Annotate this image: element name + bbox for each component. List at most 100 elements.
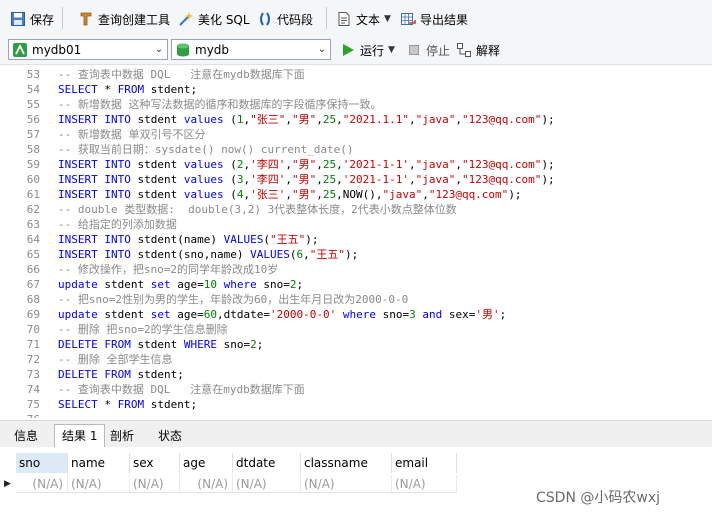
chevron-down-icon[interactable]: ▼ <box>384 14 391 24</box>
code-snippet-icon <box>257 11 273 27</box>
code-line[interactable]: 67 update stdent set age=10 where sno=2; <box>0 277 712 292</box>
save-icon <box>10 11 26 27</box>
chevron-down-icon[interactable]: ⌄ <box>151 44 167 55</box>
code-line[interactable]: 58 -- 获取当前日期：sysdate() now() current_date… <box>0 142 712 157</box>
sql-editor[interactable]: 53 -- 查询表中数据 DQL 注意在mydb数据库下面 54 SELECT * F… <box>0 65 712 418</box>
code-line[interactable]: 72 -- 删除 全部学生信息 <box>0 352 712 367</box>
code-text: update stdent set age=10 where sno=2; <box>58 277 303 292</box>
column-header[interactable]: dtdate <box>233 453 301 473</box>
code-text: INSERT INTO stdent values (4,'张三',"男",25… <box>58 187 522 202</box>
run-button[interactable]: 运行 ▼ <box>340 40 395 60</box>
code-line[interactable]: 75 SELECT * FROM stdent; <box>0 397 712 412</box>
code-token: -- 新增数据 这种写法数据的循序和数据库的字段循序保持一致。 <box>58 98 382 111</box>
text-button[interactable]: 文本 ▼ <box>336 9 391 29</box>
code-token: SELECT <box>58 83 98 96</box>
code-line[interactable]: 71 DELETE FROM stdent WHERE sno=2; <box>0 337 712 352</box>
export-results-button[interactable]: 导出结果 <box>400 9 468 29</box>
code-token: 25 <box>322 113 337 126</box>
code-token: ( <box>223 173 237 186</box>
table-cell[interactable]: (N/A) <box>16 475 68 493</box>
code-token: ); <box>344 248 359 261</box>
line-number: 75 <box>26 398 40 411</box>
code-line[interactable]: 63 -- 给指定的列添加数据 <box>0 217 712 232</box>
code-token: WHERE <box>183 338 217 351</box>
code-line[interactable]: 60 INSERT INTO stdent values (3,'李四',"男",… <box>0 172 712 187</box>
code-token: '2000-0-0' <box>269 308 337 321</box>
code-token: sno= <box>375 308 410 321</box>
chevron-down-icon[interactable]: ⌄ <box>314 44 330 55</box>
code-token: , <box>336 173 343 186</box>
tab-info[interactable]: 信息 <box>6 424 46 446</box>
code-line[interactable]: 74 -- 查询表中数据 DQL 注意在mydb数据库下面 <box>0 382 712 397</box>
stop-button[interactable]: 停止 <box>406 40 450 60</box>
code-line[interactable]: 55 -- 新增数据 这种写法数据的循序和数据库的字段循序保持一致。 <box>0 97 712 112</box>
column-header[interactable]: sno <box>16 453 68 473</box>
code-snippet-button[interactable]: 代码段 <box>257 9 313 29</box>
code-token: -- double 类型数据: double(3,2) 3代表整体长度，2代表小… <box>58 203 457 216</box>
connection-select[interactable]: mydb01 ⌄ <box>8 39 168 60</box>
code-line[interactable]: 64 INSERT INTO stdent(name) VALUES("王五"); <box>0 232 712 247</box>
code-line[interactable]: 61 INSERT INTO stdent values (4,'张三',"男",… <box>0 187 712 202</box>
code-token: -- 获取当前日期：sysdate() now() current_date() <box>58 143 354 156</box>
code-token: ,NOW(), <box>336 188 383 201</box>
beautify-sql-label: 美化 SQL <box>198 12 250 27</box>
code-token: stdent(sno,name) <box>130 248 251 261</box>
row-marker: ▶ <box>4 479 11 489</box>
code-line[interactable]: 70 -- 删除 把sno=2的学生信息删除 <box>0 322 712 337</box>
text-icon <box>336 11 352 27</box>
code-line[interactable]: 59 INSERT INTO stdent values (2,'李四',"男",… <box>0 157 712 172</box>
code-token: stdent; <box>130 368 184 381</box>
connection-value: mydb01 <box>32 42 82 57</box>
save-button[interactable]: 保存 <box>10 9 54 29</box>
table-cell[interactable]: (N/A) <box>233 475 301 493</box>
table-cell[interactable]: (N/A) <box>180 475 233 493</box>
code-token: -- 把sno=2性别为男的学生，年龄改为60，出生年月日改为2000-0-0 <box>58 293 409 306</box>
stop-label: 停止 <box>426 43 451 58</box>
code-line[interactable]: 65 INSERT INTO stdent(sno,name) VALUES(6,… <box>0 247 712 262</box>
table-cell[interactable]: (N/A) <box>68 475 130 493</box>
tab-result-1[interactable]: 结果 1 <box>54 424 106 448</box>
tab-profile[interactable]: 剖析 <box>102 424 142 446</box>
code-token: where <box>342 308 376 321</box>
code-token: INSERT INTO <box>58 233 131 246</box>
code-line[interactable]: 76 <box>0 412 712 418</box>
table-cell[interactable]: (N/A) <box>130 475 180 493</box>
code-line[interactable]: 57 -- 新增数据 单双引号不区分 <box>0 127 712 142</box>
line-number: 64 <box>26 233 40 246</box>
table-cell[interactable]: (N/A) <box>392 475 457 493</box>
column-header[interactable]: email <box>392 453 457 473</box>
database-select[interactable]: mydb ⌄ <box>171 39 331 60</box>
code-token: "男" <box>291 173 317 186</box>
chevron-down-icon[interactable]: ▼ <box>388 45 395 55</box>
code-line[interactable]: 66 -- 修改操作，把sno=2的同学年龄改成10岁 <box>0 262 712 277</box>
query-builder-label: 查询创建工具 <box>98 12 171 27</box>
code-line[interactable]: 54 SELECT * FROM stdent; <box>0 82 712 97</box>
tab-status[interactable]: 状态 <box>150 424 190 446</box>
column-header[interactable]: name <box>68 453 130 473</box>
code-token: '2021-1-1' <box>342 173 409 186</box>
code-line[interactable]: 56 INSERT INTO stdent values (1,"张三","男",… <box>0 112 712 127</box>
code-token: update <box>58 278 98 291</box>
column-header[interactable]: sex <box>130 453 180 473</box>
query-builder-button[interactable]: 查询创建工具 <box>78 9 170 29</box>
code-token: stdent <box>130 188 184 201</box>
watermark: CSDN @小码农wxj <box>536 490 660 506</box>
code-line[interactable]: 73 DELETE FROM stdent; <box>0 367 712 382</box>
code-token: 25 <box>322 173 337 186</box>
code-token: 25 <box>322 188 337 201</box>
column-header[interactable]: age <box>180 453 233 473</box>
table-cell[interactable]: (N/A) <box>301 475 392 493</box>
code-token: set <box>150 278 171 291</box>
code-line[interactable]: 62 -- double 类型数据: double(3,2) 3代表整体长度，2代… <box>0 202 712 217</box>
code-token: '李四' <box>250 173 286 186</box>
code-line[interactable]: 68 -- 把sno=2性别为男的学生，年龄改为60，出生年月日改为2000-0-… <box>0 292 712 307</box>
code-token: INSERT INTO <box>58 173 131 186</box>
column-header[interactable]: classname <box>301 453 392 473</box>
explain-button[interactable]: 解释 <box>456 40 500 60</box>
code-token: sno= <box>216 338 251 351</box>
beautify-sql-button[interactable]: 美化 SQL <box>178 9 250 29</box>
code-line[interactable]: 53 -- 查询表中数据 DQL 注意在mydb数据库下面 <box>0 67 712 82</box>
line-number: 68 <box>26 293 40 306</box>
code-line[interactable]: 69 update stdent set age=60,dtdate='2000-… <box>0 307 712 322</box>
